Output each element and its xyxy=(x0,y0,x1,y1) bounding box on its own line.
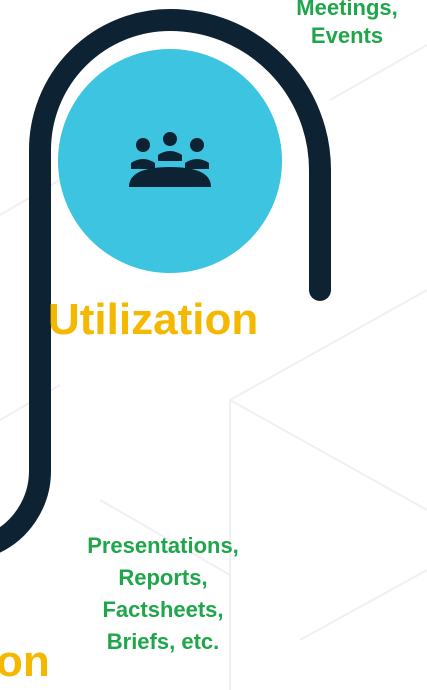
lower-label-line: Briefs, etc. xyxy=(106,628,220,654)
top-label-line: Meetings, xyxy=(296,0,398,20)
stage-top-label: Meetings, Events xyxy=(277,0,417,49)
stage-circle xyxy=(58,49,282,273)
lower-label-line: Presentations, xyxy=(87,533,239,558)
stage-title: Utilization xyxy=(48,295,259,344)
top-label-line: Events xyxy=(310,22,384,48)
lower-stage-title-fragment: on xyxy=(0,637,50,686)
lower-label-line: Reports, xyxy=(118,564,208,590)
lower-stage-label: Presentations, Reports, Factsheets, Brie… xyxy=(48,530,278,658)
meeting-people-icon xyxy=(129,132,211,187)
process-diagram: Meetings, Events Utilization Presentatio… xyxy=(0,0,427,690)
lower-label-line: Factsheets, xyxy=(102,596,224,622)
